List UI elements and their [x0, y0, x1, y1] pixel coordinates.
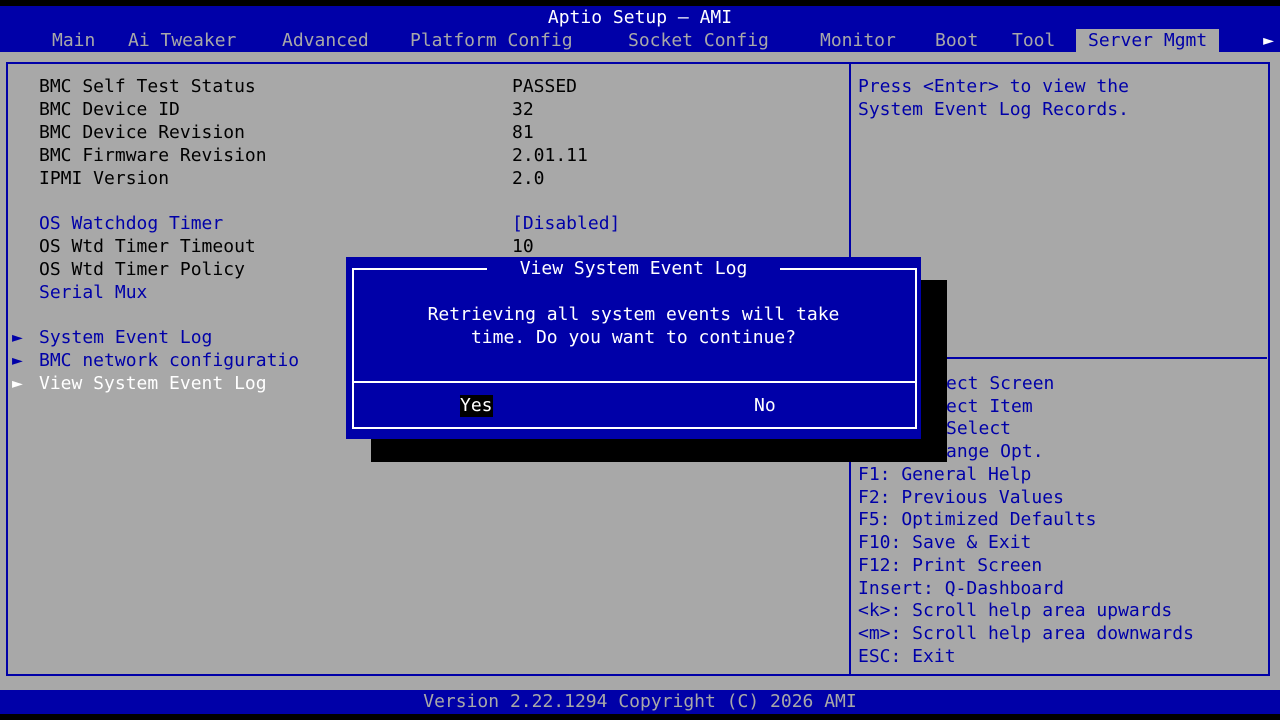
help-key: ange Opt.	[946, 441, 1044, 462]
tab-scroll-right-icon[interactable]: ►	[1263, 29, 1274, 52]
bmc-fw-rev-value: 2.01.11	[512, 145, 588, 166]
dialog-title: View System Event Log	[519, 258, 748, 279]
help-key: F1: General Help	[858, 464, 1032, 485]
tab-server-mgmt[interactable]: Server Mgmt	[1076, 29, 1220, 52]
help-key: ect Item	[946, 396, 1033, 417]
submenu-arrow-icon: ►	[12, 350, 23, 371]
ipmi-version-value: 2.0	[512, 168, 545, 189]
help-key: <m>: Scroll help area downwards	[858, 623, 1194, 644]
os-wtd-timeout-value: 10	[512, 236, 534, 257]
help-key: ESC: Exit	[858, 646, 956, 667]
os-wtd-timeout-label: OS Wtd Timer Timeout	[39, 236, 256, 257]
help-description-line: Press <Enter> to view the	[858, 76, 1129, 97]
tab-ai-tweaker[interactable]: Ai Tweaker	[128, 29, 236, 52]
app-title: Aptio Setup – AMI	[547, 7, 733, 28]
submenu-arrow-icon: ►	[12, 373, 23, 394]
bmc-device-rev-label: BMC Device Revision	[39, 122, 245, 143]
bmc-device-id-value: 32	[512, 99, 534, 120]
version-text: Version 2.22.1294 Copyright (C) 2026 AMI	[423, 691, 857, 712]
help-key: F2: Previous Values	[858, 487, 1064, 508]
help-key: F10: Save & Exit	[858, 532, 1032, 553]
no-button[interactable]: No	[754, 394, 776, 417]
tab-boot[interactable]: Boot	[935, 29, 978, 52]
help-description-line: System Event Log Records.	[858, 99, 1129, 120]
help-key: F12: Print Screen	[858, 555, 1043, 576]
os-wtd-policy-label: OS Wtd Timer Policy	[39, 259, 245, 280]
help-key: ect Screen	[946, 373, 1055, 394]
tab-advanced[interactable]: Advanced	[282, 29, 369, 52]
tab-platform-config[interactable]: Platform Config	[410, 29, 573, 52]
submenu-arrow-icon: ►	[12, 327, 23, 348]
os-watchdog-value[interactable]: [Disabled]	[512, 212, 620, 235]
help-key: F5: Optimized Defaults	[858, 509, 1097, 530]
dialog-separator	[352, 381, 917, 383]
submenu-system-event-log[interactable]: System Event Log	[39, 326, 212, 349]
bmc-fw-rev-label: BMC Firmware Revision	[39, 145, 267, 166]
tab-socket-config[interactable]: Socket Config	[628, 29, 769, 52]
submenu-bmc-network[interactable]: BMC network configuratio	[39, 349, 299, 372]
submenu-view-sel[interactable]: View System Event Log	[39, 372, 267, 395]
tab-monitor[interactable]: Monitor	[820, 29, 896, 52]
tab-tool[interactable]: Tool	[1012, 29, 1055, 52]
yes-button[interactable]: Yes	[460, 395, 493, 417]
dialog-message: Retrieving all system events will take t…	[427, 304, 840, 348]
serial-mux-label[interactable]: Serial Mux	[39, 281, 147, 304]
tab-main[interactable]: Main	[52, 29, 95, 52]
bmc-device-id-label: BMC Device ID	[39, 99, 180, 120]
bmc-self-test-value: PASSED	[512, 76, 578, 97]
bmc-device-rev-value: 81	[512, 122, 534, 143]
help-key: Select	[946, 418, 1012, 439]
os-watchdog-label[interactable]: OS Watchdog Timer	[39, 212, 223, 235]
help-key: <k>: Scroll help area upwards	[858, 600, 1173, 621]
ipmi-version-label: IPMI Version	[39, 168, 170, 189]
bmc-self-test-label: BMC Self Test Status	[39, 76, 256, 97]
help-key: Insert: Q-Dashboard	[858, 578, 1064, 599]
